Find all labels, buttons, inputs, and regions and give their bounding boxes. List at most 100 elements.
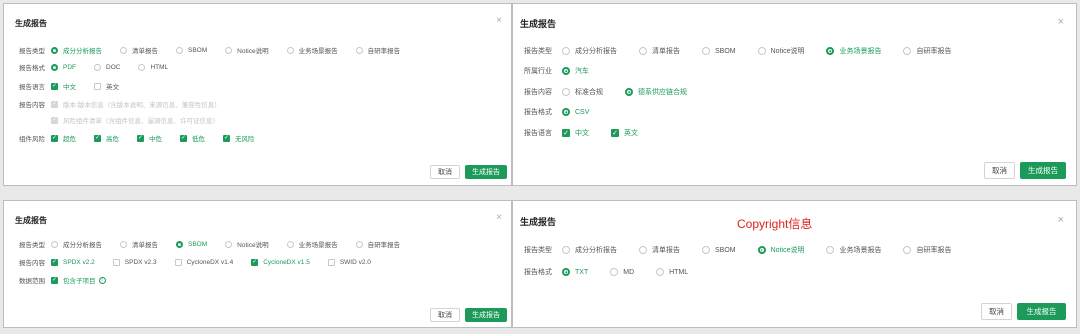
generate-report-button[interactable]: 生成报告 [1020,162,1066,179]
radio-icon [176,240,183,248]
checkbox-icon [94,82,101,90]
report-type-option-business-scenario[interactable]: 业务场景报告 [286,239,338,249]
radio-icon [639,246,647,254]
radio-icon [94,63,101,71]
report-type-option-component-analysis[interactable]: 成分分析报告 [51,239,102,249]
checkmark-icon: ✓ [51,116,58,124]
report-type-option-notice[interactable]: Notice说明 [225,239,269,249]
report-type-option-sbom[interactable]: SBOM [176,46,207,54]
radio-icon [120,46,127,54]
radio-icon [903,246,912,254]
checkmark-icon: ✓ [611,129,619,137]
sbom-checkbox-spdx-2-3[interactable]: SPDX v2.3 [112,258,157,266]
sbom-checkbox-cyclonedx-1-5[interactable]: ✓ CycloneDX v1.5 [251,258,310,266]
checkbox-icon [112,258,120,266]
risk-checkbox-none[interactable]: ✓ 无风险 [223,133,255,143]
format-option-doc[interactable]: DOC [94,63,120,71]
report-type-option-notice[interactable]: Notice说明 [225,45,269,55]
report-type-option-self-developed[interactable]: 自研率报告 [903,46,951,56]
format-option-pdf[interactable]: PDF [51,63,76,71]
report-type-option-component-analysis[interactable]: 成分分析报告 [51,45,102,55]
radio-icon [610,268,619,276]
report-type-option-list[interactable]: 清单报告 [120,45,158,55]
content-checkbox-risk-components: ✓ 风险组件清单（含组件信息、漏洞信息、许可证信息） [51,116,219,125]
close-icon[interactable]: × [1058,17,1064,28]
cancel-button[interactable]: 取消 [430,165,460,179]
report-type-option-sbom[interactable]: SBOM [702,47,736,55]
report-type-label: 报告类型 [524,48,552,55]
content-option-standard-compliance[interactable]: 标准合规 [562,87,603,97]
generate-report-button[interactable]: 生成报告 [465,165,507,179]
language-checkbox-chinese[interactable]: ✓ 中文 [51,81,76,91]
report-type-option-component-analysis[interactable]: 成分分析报告 [562,46,617,56]
checkmark-icon: ✓ [562,129,570,137]
report-language-row: 报告语言 ✓ 中文 ✓ 英文 [524,128,660,138]
cancel-button[interactable]: 取消 [430,308,460,322]
report-type-label: 报告类型 [19,242,45,249]
risk-checkbox-low[interactable]: ✓ 低危 [180,133,205,143]
report-format-label: 报告格式 [524,109,552,116]
report-type-label: 报告类型 [524,247,552,254]
radio-icon [355,46,363,54]
report-type-option-self-developed[interactable]: 自研率报告 [355,45,400,55]
radio-icon [625,88,633,96]
report-type-option-business-scenario[interactable]: 业务场景报告 [826,245,881,255]
report-dialog-component-analysis: 生成报告 × 报告类型 成分分析报告 清单报告 SBOM Notice说明 业务… [3,3,512,186]
dialog-title: 生成报告 [15,19,47,28]
industry-option-automotive[interactable]: 汽车 [562,66,589,76]
report-language-label: 报告语言 [19,84,45,91]
radio-icon [51,63,58,71]
report-type-option-business-scenario[interactable]: 业务场景报告 [826,46,881,56]
checkmark-icon: ✓ [51,134,58,142]
report-content-label: 报告内容 [19,260,45,267]
report-type-option-self-developed[interactable]: 自研率报告 [355,239,400,249]
format-option-md[interactable]: MD [610,268,634,276]
close-icon[interactable]: × [496,213,502,223]
report-type-option-notice[interactable]: Notice说明 [757,46,804,56]
risk-checkbox-high[interactable]: ✓ 高危 [94,133,119,143]
format-option-txt[interactable]: TXT [562,268,588,276]
radio-icon [826,47,835,55]
report-content-row: 报告内容 标准合规 德系供应链合规 [524,87,709,97]
risk-checkbox-critical[interactable]: ✓ 超危 [51,133,76,143]
report-type-option-notice[interactable]: Notice说明 [757,245,804,255]
sbom-checkbox-swid-2-0[interactable]: SWID v2.0 [327,258,371,266]
generate-report-button[interactable]: 生成报告 [465,308,507,322]
language-checkbox-english[interactable]: ✓ 英文 [611,128,638,138]
dialog-title: 生成报告 [520,19,557,29]
language-checkbox-chinese[interactable]: ✓ 中文 [562,128,589,138]
report-type-option-list[interactable]: 清单报告 [639,245,680,255]
report-type-option-list[interactable]: 清单报告 [639,46,680,56]
format-option-html[interactable]: HTML [656,268,688,276]
cancel-button[interactable]: 取消 [981,303,1012,320]
language-checkbox-english[interactable]: 英文 [94,81,119,91]
report-type-option-list[interactable]: 清单报告 [120,239,158,249]
radio-icon [562,268,570,276]
format-option-html[interactable]: HTML [138,63,168,71]
cancel-button[interactable]: 取消 [984,162,1015,179]
checkmark-icon: ✓ [223,134,230,142]
generate-report-button[interactable]: 生成报告 [1017,303,1066,320]
checkmark-icon: ✓ [51,258,58,266]
report-dialog-sbom: 生成报告 × 报告类型 成分分析报告 清单报告 SBOM Notice说明 业务… [3,200,512,328]
checkmark-icon: ✓ [180,134,187,142]
sbom-checkbox-spdx-2-2[interactable]: ✓ SPDX v2.2 [51,258,95,266]
report-type-option-self-developed[interactable]: 自研率报告 [903,245,951,255]
close-icon[interactable]: × [496,16,502,26]
radio-icon [51,46,58,54]
risk-checkbox-medium[interactable]: ✓ 中危 [137,133,162,143]
close-icon[interactable]: × [1058,215,1064,226]
report-type-option-business-scenario[interactable]: 业务场景报告 [286,45,338,55]
report-type-option-sbom[interactable]: SBOM [702,246,736,254]
sbom-checkbox-cyclonedx-1-4[interactable]: CycloneDX v1.4 [174,258,233,266]
report-type-option-component-analysis[interactable]: 成分分析报告 [562,245,617,255]
info-icon[interactable]: i [98,276,106,284]
scope-checkbox-include-subprojects[interactable]: ✓ 包含子项目 i [51,275,106,285]
format-option-csv[interactable]: CSV [562,108,589,116]
checkbox-icon [327,258,335,266]
report-type-label: 报告类型 [19,48,45,55]
report-type-option-sbom[interactable]: SBOM [176,240,207,248]
report-format-row: 报告格式 CSV [524,107,611,117]
report-dialog-business-scenario: 生成报告 × 报告类型 成分分析报告 清单报告 SBOM Notice说明 业务… [512,3,1077,186]
content-option-german-supply-chain[interactable]: 德系供应链合规 [625,87,687,97]
